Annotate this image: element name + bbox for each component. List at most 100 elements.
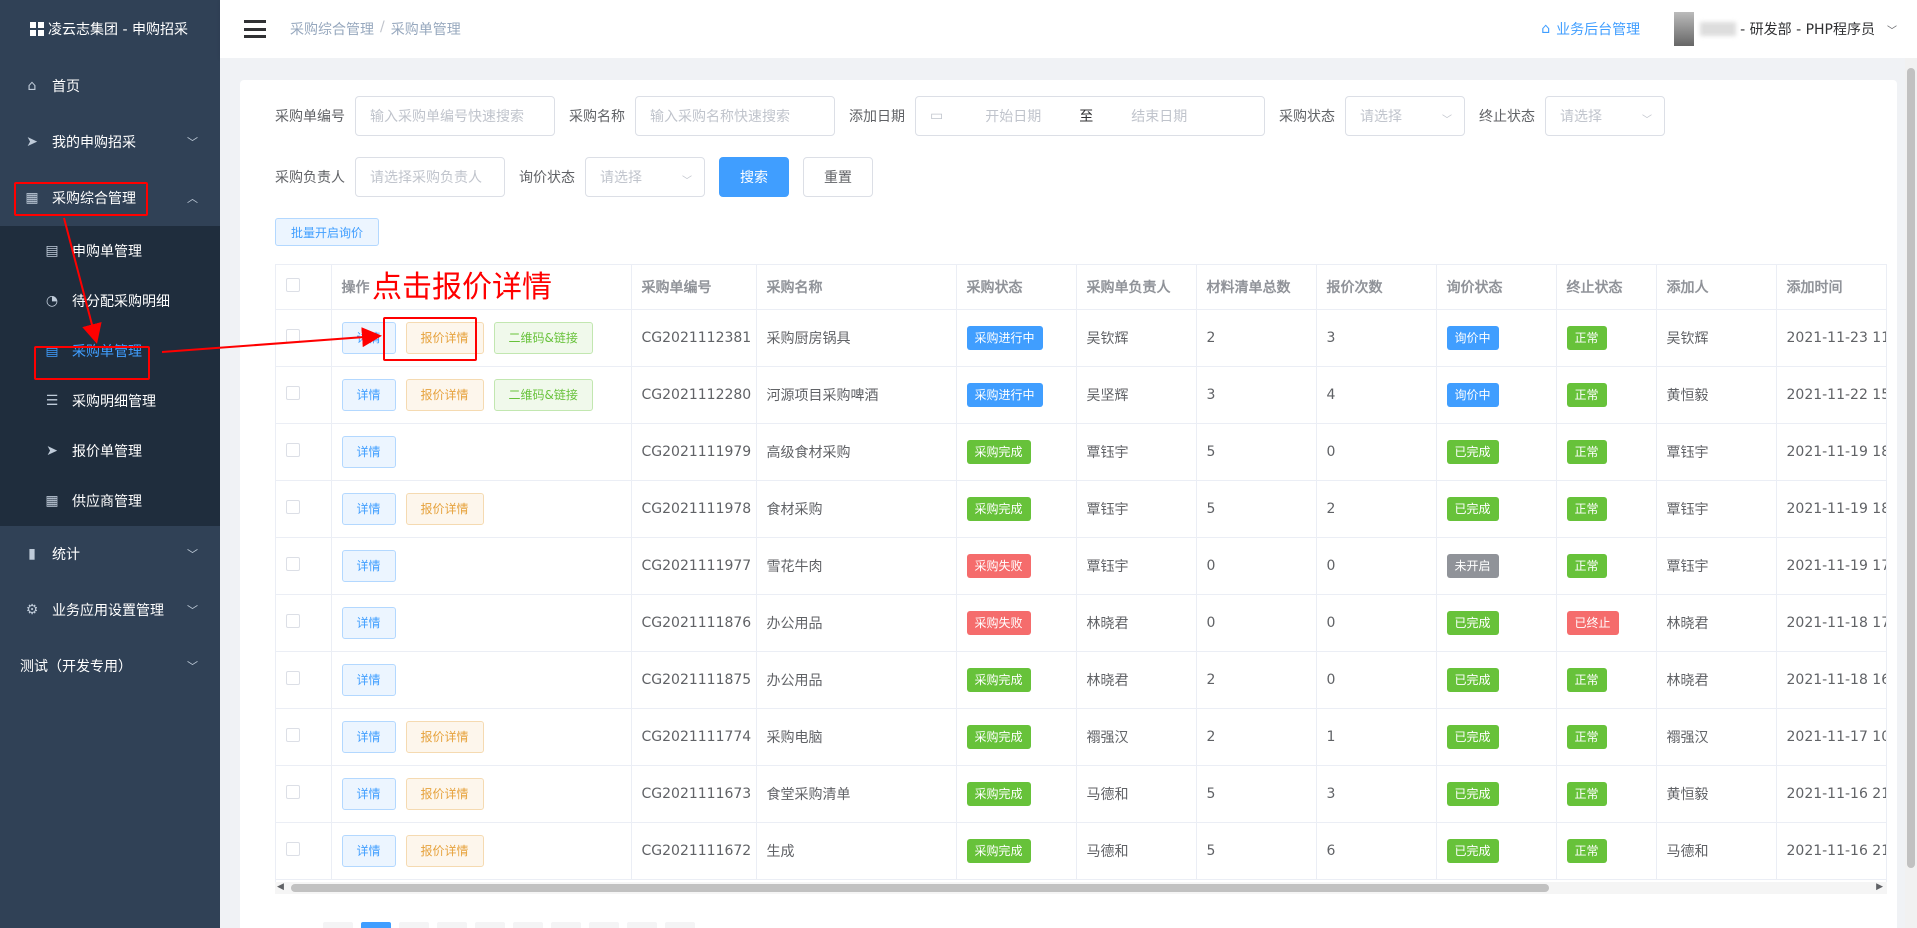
detail-button[interactable]: 详情 bbox=[341, 777, 396, 810]
top-header: 采购综合管理 / 采购单管理 ⌂ 业务后台管理 - 研发部 - PHP程序员 ﹀ bbox=[220, 0, 1917, 58]
sidebar-item-label: 首页 bbox=[52, 79, 80, 95]
sidebar-item-app-settings[interactable]: ⚙ 业务应用设置管理 ﹀ bbox=[0, 582, 220, 638]
row-checkbox[interactable] bbox=[286, 442, 300, 457]
actions-cell: 详情 报价详情 bbox=[331, 822, 632, 880]
scrollbar-thumb[interactable] bbox=[291, 884, 1549, 892]
reset-button[interactable]: 重置 bbox=[803, 157, 873, 197]
table-row[interactable]: 详情 CG2021111977 雪花牛肉 采购失败 覃钰宇 0 0 未开启 正常… bbox=[276, 537, 1886, 595]
backend-home-link[interactable]: ⌂ 业务后台管理 bbox=[1541, 19, 1640, 39]
pagination-page[interactable] bbox=[361, 922, 391, 928]
detail-button[interactable]: 详情 bbox=[341, 549, 396, 582]
pagination-page[interactable] bbox=[551, 922, 581, 928]
detail-button[interactable]: 详情 bbox=[341, 663, 396, 696]
breadcrumb-item[interactable]: 采购综合管理 bbox=[290, 19, 374, 39]
quote-detail-button[interactable]: 报价详情 bbox=[405, 834, 484, 867]
pagination-page[interactable] bbox=[513, 922, 543, 928]
table-row[interactable]: 详情 CG2021111875 办公用品 采购完成 林晓君 2 0 已完成 正常… bbox=[276, 651, 1886, 709]
sidebar-item-home[interactable]: ⌂ 首页 bbox=[0, 58, 220, 114]
detail-button[interactable]: 详情 bbox=[341, 435, 396, 468]
quotes-cell: 1 bbox=[1316, 708, 1437, 766]
pagination-page[interactable] bbox=[627, 922, 657, 928]
row-checkbox[interactable] bbox=[286, 784, 300, 799]
detail-button[interactable]: 详情 bbox=[341, 720, 396, 753]
materials-cell: 2 bbox=[1196, 309, 1317, 367]
row-checkbox[interactable] bbox=[286, 499, 300, 514]
row-checkbox[interactable] bbox=[286, 670, 300, 685]
sidebar-item-requisition[interactable]: ▤ 申购单管理 bbox=[0, 226, 220, 276]
table-row[interactable]: 详情 报价详情 二维码&链接 CG2021112381 采购厨房锅具 采购进行中 吴… bbox=[276, 309, 1886, 367]
stop-select[interactable]: 请选择 ﹀ bbox=[1545, 96, 1665, 136]
sidebar-item-pending-details[interactable]: ◔ 待分配采购明细 bbox=[0, 276, 220, 326]
detail-button[interactable]: 详情 bbox=[341, 321, 396, 354]
row-checkbox[interactable] bbox=[286, 385, 300, 400]
horizontal-scrollbar[interactable]: ◀ ▶ bbox=[275, 882, 1887, 894]
vertical-scrollbar[interactable] bbox=[1905, 58, 1917, 928]
qrcode-link-button[interactable]: 二维码&链接 bbox=[493, 378, 593, 411]
table-row[interactable]: 详情 报价详情 CG2021111673 食堂采购清单 采购完成 马德和 5 3 … bbox=[276, 765, 1886, 823]
detail-button[interactable]: 详情 bbox=[341, 834, 396, 867]
scroll-left-icon[interactable]: ◀ bbox=[277, 882, 284, 892]
detail-button[interactable]: 详情 bbox=[341, 492, 396, 525]
status-cell: 采购完成 bbox=[956, 822, 1077, 880]
hamburger-icon[interactable] bbox=[244, 20, 266, 38]
select-all-checkbox[interactable] bbox=[286, 277, 300, 292]
name-input[interactable]: 输入采购名称快速搜索 bbox=[635, 96, 835, 136]
pagination-page[interactable] bbox=[399, 922, 429, 928]
pagination-page[interactable] bbox=[589, 922, 619, 928]
sidebar-item-quotes[interactable]: ➤ 报价单管理 bbox=[0, 426, 220, 476]
quotes-cell: 4 bbox=[1316, 366, 1437, 424]
app-logo[interactable]: 凌云志集团 - 申购招采 bbox=[0, 0, 220, 58]
quote-detail-button[interactable]: 报价详情 bbox=[405, 777, 484, 810]
inquiry-select[interactable]: 请选择 ﹀ bbox=[585, 157, 705, 197]
order-no-input[interactable]: 输入采购单编号快速搜索 bbox=[355, 96, 555, 136]
sidebar-item-suppliers[interactable]: ▦ 供应商管理 bbox=[0, 476, 220, 526]
sidebar-item-label: 业务应用设置管理 bbox=[52, 603, 164, 619]
sidebar-item-purchase-management[interactable]: ▦ 采购综合管理 ︿ bbox=[0, 170, 220, 226]
table-row[interactable]: 详情 报价详情 CG2021111672 生成 采购完成 马德和 5 6 已完成 … bbox=[276, 822, 1886, 880]
detail-button[interactable]: 详情 bbox=[341, 606, 396, 639]
quote-detail-button[interactable]: 报价详情 bbox=[405, 720, 484, 753]
user-menu[interactable]: - 研发部 - PHP程序员 ﹀ bbox=[1674, 12, 1897, 46]
pagination-prev[interactable] bbox=[323, 922, 353, 928]
batch-inquiry-button[interactable]: 批量开启询价 bbox=[275, 218, 380, 246]
sidebar-item-purchase-orders[interactable]: ▤ 采购单管理 bbox=[0, 326, 220, 376]
row-checkbox[interactable] bbox=[286, 328, 300, 343]
table-row[interactable]: 详情 CG2021111876 办公用品 采购失败 林晓君 0 0 已完成 已终… bbox=[276, 594, 1886, 652]
sidebar-item-test[interactable]: 测试（开发专用） ﹀ bbox=[0, 638, 220, 694]
pagination-next[interactable] bbox=[665, 922, 695, 928]
sidebar-item-my-purchase[interactable]: ➤ 我的申购招采 ﹀ bbox=[0, 114, 220, 170]
status-select[interactable]: 请选择 ﹀ bbox=[1345, 96, 1465, 136]
pagination-page[interactable] bbox=[475, 922, 505, 928]
scroll-right-icon[interactable]: ▶ bbox=[1876, 882, 1883, 892]
detail-button[interactable]: 详情 bbox=[341, 378, 396, 411]
actions-cell: 详情 bbox=[331, 537, 632, 595]
column-header: 询价状态 bbox=[1436, 265, 1557, 310]
quotes-cell: 2 bbox=[1316, 480, 1437, 538]
date-label: 添加日期 bbox=[849, 109, 905, 125]
scrollbar-thumb[interactable] bbox=[1907, 68, 1915, 868]
quote-detail-button[interactable]: 报价详情 bbox=[405, 378, 484, 411]
sidebar-item-statistics[interactable]: ▮ 统计 ﹀ bbox=[0, 526, 220, 582]
row-checkbox[interactable] bbox=[286, 727, 300, 742]
row-checkbox[interactable] bbox=[286, 613, 300, 628]
quote-detail-button[interactable]: 报价详情 bbox=[405, 321, 484, 354]
quote-detail-button[interactable]: 报价详情 bbox=[405, 492, 484, 525]
qrcode-link-button[interactable]: 二维码&链接 bbox=[493, 321, 593, 354]
inquiry-badge: 未开启 bbox=[1446, 553, 1499, 578]
search-button[interactable]: 搜索 bbox=[719, 157, 789, 197]
column-header: 采购单负责人 bbox=[1076, 265, 1197, 310]
pagination-page[interactable] bbox=[437, 922, 467, 928]
row-checkbox[interactable] bbox=[286, 556, 300, 571]
order-no-placeholder: 输入采购单编号快速搜索 bbox=[370, 109, 524, 125]
row-checkbox[interactable] bbox=[286, 841, 300, 856]
status-badge: 采购完成 bbox=[966, 667, 1031, 692]
table-row[interactable]: 详情 报价详情 CG2021111774 采购电脑 采购完成 禤强汉 2 1 已完… bbox=[276, 708, 1886, 766]
creator-cell: 林晓君 bbox=[1656, 651, 1777, 709]
date-range-picker[interactable]: ▭ 开始日期 至 结束日期 bbox=[915, 96, 1265, 136]
creator-cell: 吴钦辉 bbox=[1656, 309, 1777, 367]
owner-input[interactable]: 请选择采购负责人 bbox=[355, 157, 505, 197]
table-row[interactable]: 详情 CG2021111979 高级食材采购 采购完成 覃钰宇 5 0 已完成 … bbox=[276, 423, 1886, 481]
table-row[interactable]: 详情 报价详情 CG2021111978 食材采购 采购完成 覃钰宇 5 2 已完… bbox=[276, 480, 1886, 538]
sidebar-item-purchase-details[interactable]: ☰ 采购明细管理 bbox=[0, 376, 220, 426]
table-row[interactable]: 详情 报价详情 二维码&链接 CG2021112280 河源项目采购啤酒 采购进行中… bbox=[276, 366, 1886, 424]
